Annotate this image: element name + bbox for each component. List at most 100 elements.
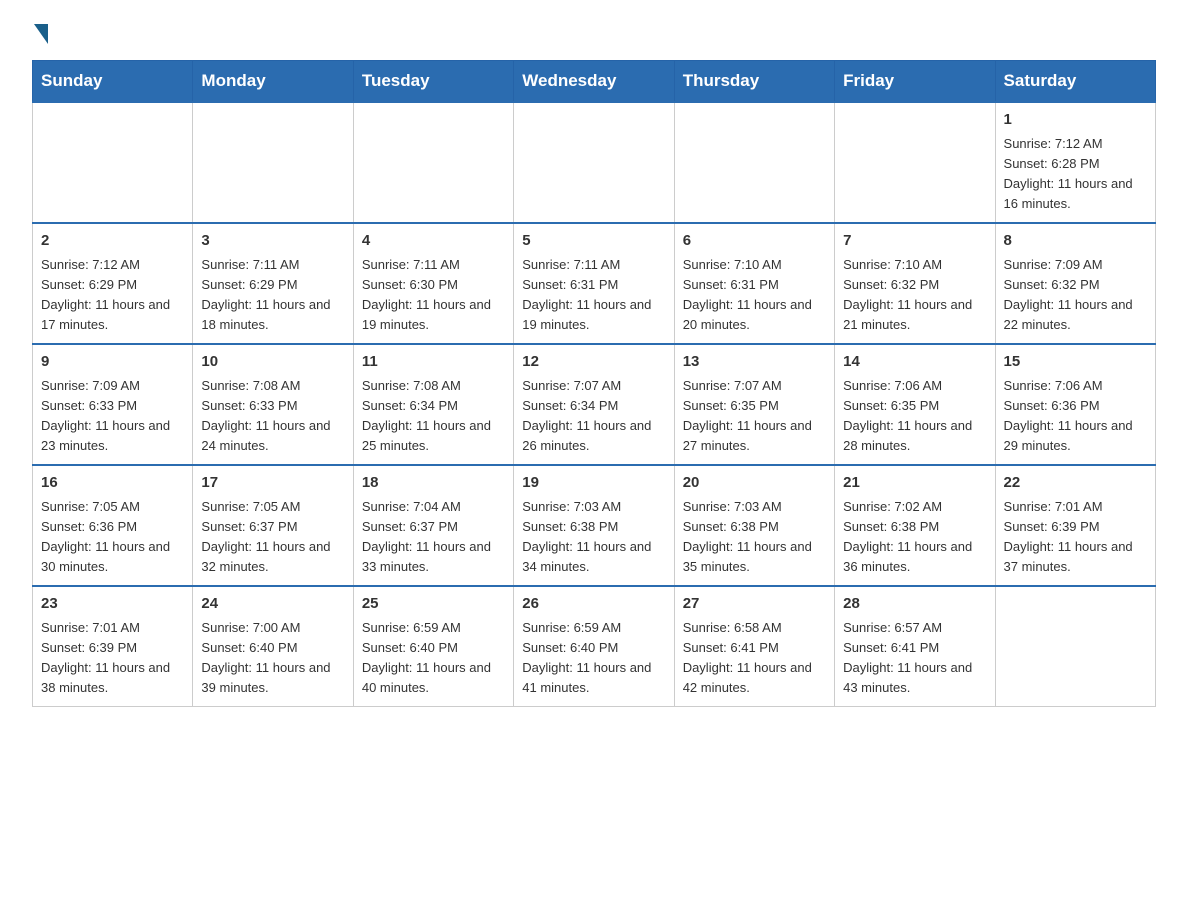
day-info: Sunrise: 7:12 AM Sunset: 6:28 PM Dayligh…	[1004, 134, 1147, 215]
day-number: 13	[683, 351, 826, 374]
day-number: 15	[1004, 351, 1147, 374]
logo-triangle-icon	[34, 24, 48, 44]
calendar-header-row: SundayMondayTuesdayWednesdayThursdayFrid…	[33, 61, 1156, 103]
day-info: Sunrise: 7:06 AM Sunset: 6:35 PM Dayligh…	[843, 376, 986, 457]
day-info: Sunrise: 7:04 AM Sunset: 6:37 PM Dayligh…	[362, 497, 505, 578]
day-number: 1	[1004, 109, 1147, 132]
calendar-cell: 15Sunrise: 7:06 AM Sunset: 6:36 PM Dayli…	[995, 344, 1155, 465]
day-number: 20	[683, 472, 826, 495]
day-info: Sunrise: 7:05 AM Sunset: 6:37 PM Dayligh…	[201, 497, 344, 578]
calendar-cell: 25Sunrise: 6:59 AM Sunset: 6:40 PM Dayli…	[353, 586, 513, 707]
day-info: Sunrise: 7:11 AM Sunset: 6:30 PM Dayligh…	[362, 255, 505, 336]
day-of-week-header: Sunday	[33, 61, 193, 103]
day-number: 8	[1004, 230, 1147, 253]
calendar-cell: 23Sunrise: 7:01 AM Sunset: 6:39 PM Dayli…	[33, 586, 193, 707]
day-number: 18	[362, 472, 505, 495]
day-number: 3	[201, 230, 344, 253]
day-of-week-header: Thursday	[674, 61, 834, 103]
day-info: Sunrise: 7:06 AM Sunset: 6:36 PM Dayligh…	[1004, 376, 1147, 457]
calendar-cell	[193, 102, 353, 223]
day-number: 5	[522, 230, 665, 253]
calendar-cell	[674, 102, 834, 223]
day-number: 11	[362, 351, 505, 374]
day-number: 14	[843, 351, 986, 374]
calendar-cell: 14Sunrise: 7:06 AM Sunset: 6:35 PM Dayli…	[835, 344, 995, 465]
day-of-week-header: Wednesday	[514, 61, 674, 103]
day-info: Sunrise: 6:59 AM Sunset: 6:40 PM Dayligh…	[362, 618, 505, 699]
calendar-table: SundayMondayTuesdayWednesdayThursdayFrid…	[32, 60, 1156, 707]
day-number: 19	[522, 472, 665, 495]
calendar-cell: 12Sunrise: 7:07 AM Sunset: 6:34 PM Dayli…	[514, 344, 674, 465]
day-number: 26	[522, 593, 665, 616]
calendar-cell: 26Sunrise: 6:59 AM Sunset: 6:40 PM Dayli…	[514, 586, 674, 707]
calendar-cell	[33, 102, 193, 223]
calendar-cell: 8Sunrise: 7:09 AM Sunset: 6:32 PM Daylig…	[995, 223, 1155, 344]
calendar-cell: 3Sunrise: 7:11 AM Sunset: 6:29 PM Daylig…	[193, 223, 353, 344]
calendar-cell: 10Sunrise: 7:08 AM Sunset: 6:33 PM Dayli…	[193, 344, 353, 465]
day-info: Sunrise: 7:01 AM Sunset: 6:39 PM Dayligh…	[41, 618, 184, 699]
day-of-week-header: Monday	[193, 61, 353, 103]
day-info: Sunrise: 7:09 AM Sunset: 6:32 PM Dayligh…	[1004, 255, 1147, 336]
day-number: 25	[362, 593, 505, 616]
day-info: Sunrise: 7:10 AM Sunset: 6:32 PM Dayligh…	[843, 255, 986, 336]
day-info: Sunrise: 7:00 AM Sunset: 6:40 PM Dayligh…	[201, 618, 344, 699]
day-number: 12	[522, 351, 665, 374]
calendar-cell	[514, 102, 674, 223]
day-number: 16	[41, 472, 184, 495]
calendar-cell: 6Sunrise: 7:10 AM Sunset: 6:31 PM Daylig…	[674, 223, 834, 344]
calendar-cell: 11Sunrise: 7:08 AM Sunset: 6:34 PM Dayli…	[353, 344, 513, 465]
day-number: 10	[201, 351, 344, 374]
day-number: 22	[1004, 472, 1147, 495]
day-info: Sunrise: 6:59 AM Sunset: 6:40 PM Dayligh…	[522, 618, 665, 699]
day-info: Sunrise: 7:01 AM Sunset: 6:39 PM Dayligh…	[1004, 497, 1147, 578]
calendar-cell: 20Sunrise: 7:03 AM Sunset: 6:38 PM Dayli…	[674, 465, 834, 586]
day-info: Sunrise: 7:12 AM Sunset: 6:29 PM Dayligh…	[41, 255, 184, 336]
calendar-cell: 24Sunrise: 7:00 AM Sunset: 6:40 PM Dayli…	[193, 586, 353, 707]
day-number: 23	[41, 593, 184, 616]
day-info: Sunrise: 6:58 AM Sunset: 6:41 PM Dayligh…	[683, 618, 826, 699]
logo	[32, 24, 48, 44]
calendar-cell	[835, 102, 995, 223]
day-of-week-header: Friday	[835, 61, 995, 103]
day-info: Sunrise: 7:07 AM Sunset: 6:34 PM Dayligh…	[522, 376, 665, 457]
day-info: Sunrise: 7:07 AM Sunset: 6:35 PM Dayligh…	[683, 376, 826, 457]
calendar-cell: 16Sunrise: 7:05 AM Sunset: 6:36 PM Dayli…	[33, 465, 193, 586]
calendar-cell: 13Sunrise: 7:07 AM Sunset: 6:35 PM Dayli…	[674, 344, 834, 465]
calendar-week-row: 2Sunrise: 7:12 AM Sunset: 6:29 PM Daylig…	[33, 223, 1156, 344]
day-number: 4	[362, 230, 505, 253]
page-header	[32, 24, 1156, 44]
calendar-cell: 5Sunrise: 7:11 AM Sunset: 6:31 PM Daylig…	[514, 223, 674, 344]
calendar-week-row: 1Sunrise: 7:12 AM Sunset: 6:28 PM Daylig…	[33, 102, 1156, 223]
day-info: Sunrise: 7:08 AM Sunset: 6:34 PM Dayligh…	[362, 376, 505, 457]
day-number: 28	[843, 593, 986, 616]
calendar-cell: 9Sunrise: 7:09 AM Sunset: 6:33 PM Daylig…	[33, 344, 193, 465]
day-info: Sunrise: 7:02 AM Sunset: 6:38 PM Dayligh…	[843, 497, 986, 578]
calendar-cell: 27Sunrise: 6:58 AM Sunset: 6:41 PM Dayli…	[674, 586, 834, 707]
calendar-cell	[353, 102, 513, 223]
day-of-week-header: Saturday	[995, 61, 1155, 103]
calendar-cell: 7Sunrise: 7:10 AM Sunset: 6:32 PM Daylig…	[835, 223, 995, 344]
day-info: Sunrise: 7:03 AM Sunset: 6:38 PM Dayligh…	[522, 497, 665, 578]
calendar-cell: 4Sunrise: 7:11 AM Sunset: 6:30 PM Daylig…	[353, 223, 513, 344]
day-info: Sunrise: 7:05 AM Sunset: 6:36 PM Dayligh…	[41, 497, 184, 578]
calendar-cell: 19Sunrise: 7:03 AM Sunset: 6:38 PM Dayli…	[514, 465, 674, 586]
calendar-week-row: 16Sunrise: 7:05 AM Sunset: 6:36 PM Dayli…	[33, 465, 1156, 586]
calendar-cell: 22Sunrise: 7:01 AM Sunset: 6:39 PM Dayli…	[995, 465, 1155, 586]
day-of-week-header: Tuesday	[353, 61, 513, 103]
day-info: Sunrise: 7:08 AM Sunset: 6:33 PM Dayligh…	[201, 376, 344, 457]
day-info: Sunrise: 7:10 AM Sunset: 6:31 PM Dayligh…	[683, 255, 826, 336]
calendar-cell: 1Sunrise: 7:12 AM Sunset: 6:28 PM Daylig…	[995, 102, 1155, 223]
day-number: 24	[201, 593, 344, 616]
day-info: Sunrise: 6:57 AM Sunset: 6:41 PM Dayligh…	[843, 618, 986, 699]
day-number: 7	[843, 230, 986, 253]
calendar-cell: 2Sunrise: 7:12 AM Sunset: 6:29 PM Daylig…	[33, 223, 193, 344]
day-number: 27	[683, 593, 826, 616]
calendar-cell: 18Sunrise: 7:04 AM Sunset: 6:37 PM Dayli…	[353, 465, 513, 586]
calendar-cell: 17Sunrise: 7:05 AM Sunset: 6:37 PM Dayli…	[193, 465, 353, 586]
day-number: 6	[683, 230, 826, 253]
calendar-week-row: 23Sunrise: 7:01 AM Sunset: 6:39 PM Dayli…	[33, 586, 1156, 707]
day-number: 17	[201, 472, 344, 495]
day-number: 21	[843, 472, 986, 495]
calendar-cell: 21Sunrise: 7:02 AM Sunset: 6:38 PM Dayli…	[835, 465, 995, 586]
day-number: 9	[41, 351, 184, 374]
